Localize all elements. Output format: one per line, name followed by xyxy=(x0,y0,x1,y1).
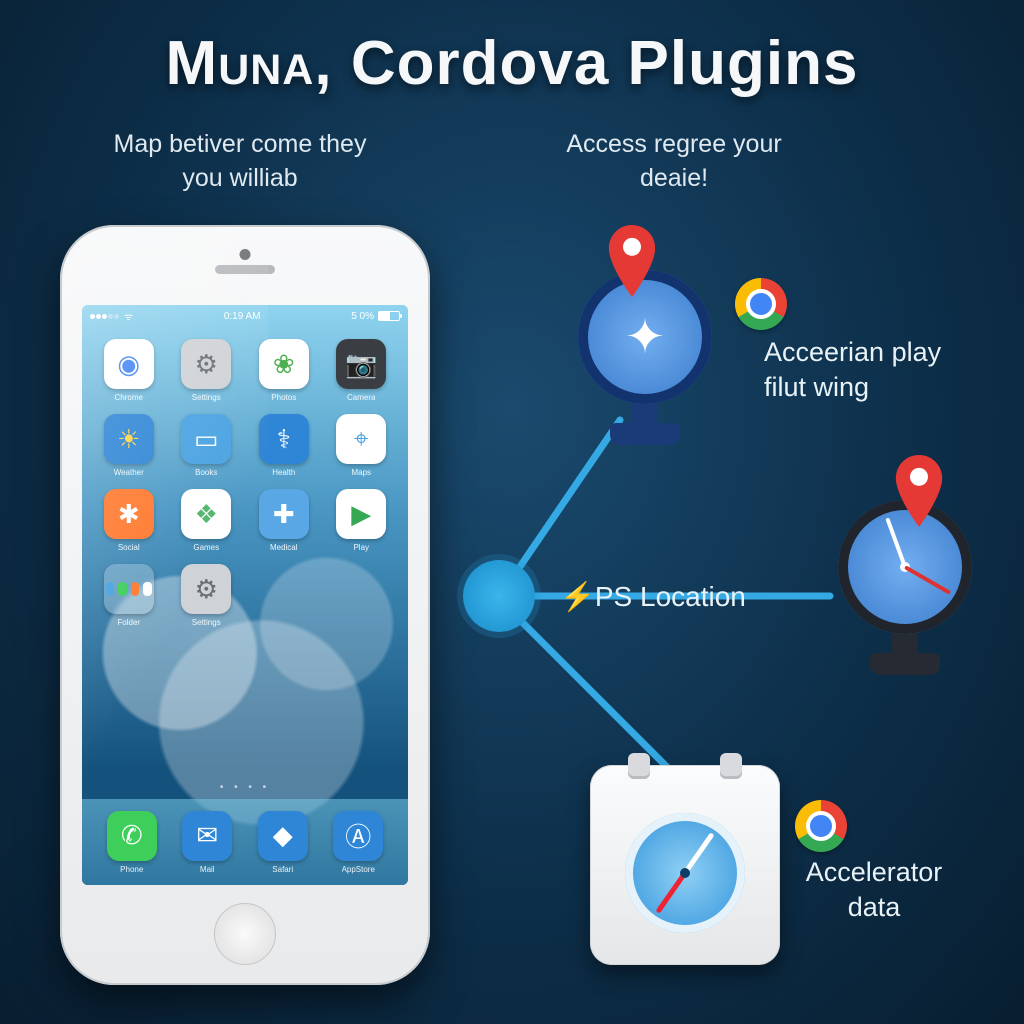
app-label: AppStore xyxy=(342,865,375,874)
app-phone[interactable]: ✆Phone xyxy=(107,811,157,874)
app-label: Camera xyxy=(347,393,375,402)
app-maps[interactable]: ⌖Maps xyxy=(327,414,397,477)
app-label: Health xyxy=(272,468,295,477)
app-label: Games xyxy=(193,543,219,552)
title-part2: Cordova Plugins xyxy=(351,29,859,98)
map-pin-icon xyxy=(892,455,946,527)
app-label: Folder xyxy=(117,618,140,627)
app-books[interactable]: ▭Books xyxy=(172,414,242,477)
app-label: Maps xyxy=(351,468,371,477)
app-games[interactable]: ❖Games xyxy=(172,489,242,552)
app-social[interactable]: ✱Social xyxy=(94,489,164,552)
phone-mockup: ᯤ 0:19 AM 5 0% ◉Chrome⚙Settings❀Photos📷C… xyxy=(60,225,430,985)
app-camera[interactable]: 📷Camera xyxy=(327,339,397,402)
phone-screen: ᯤ 0:19 AM 5 0% ◉Chrome⚙Settings❀Photos📷C… xyxy=(82,305,408,885)
chrome-icon xyxy=(735,278,787,330)
app-label: Phone xyxy=(120,865,143,874)
app-appstore[interactable]: ⒶAppStore xyxy=(333,811,383,874)
phone-earpiece xyxy=(215,265,275,274)
calendar-compass-icon xyxy=(590,765,780,965)
app-label: Weather xyxy=(114,468,144,477)
app-mail[interactable]: ✉Mail xyxy=(182,811,232,874)
feature-label-center: ⚡PS Location xyxy=(560,580,746,613)
app-play[interactable]: ▶Play xyxy=(327,489,397,552)
home-button[interactable] xyxy=(214,903,276,965)
phone-camera-dot xyxy=(240,249,251,260)
app-chrome[interactable]: ◉Chrome xyxy=(94,339,164,402)
battery-label: 5 0% xyxy=(351,311,374,322)
subtitle-right: Access regree your deaie! xyxy=(534,128,814,196)
map-pin-icon xyxy=(605,225,659,297)
status-bar: ᯤ 0:19 AM 5 0% xyxy=(82,305,408,327)
app-photos[interactable]: ❀Photos xyxy=(249,339,319,402)
subtitle-left: Map betiver come they you williab xyxy=(100,128,380,196)
app-grid: ◉Chrome⚙Settings❀Photos📷Camera☀Weather▭B… xyxy=(94,339,396,627)
app-label: Play xyxy=(353,543,369,552)
app-label: Settings xyxy=(192,618,221,627)
app-health[interactable]: ⚕Health xyxy=(249,414,319,477)
status-time: 0:19 AM xyxy=(224,311,261,322)
app-folder[interactable]: Folder xyxy=(94,564,164,627)
app-label: Chrome xyxy=(115,393,143,402)
dock: ✆Phone ✉Mail ◆Safari ⒶAppStore xyxy=(82,799,408,885)
feature-label-bottom: Accelerator data xyxy=(779,855,969,925)
app-medical[interactable]: ✚Medical xyxy=(249,489,319,552)
signal-dots xyxy=(90,311,120,322)
page-indicator: • • • • xyxy=(82,782,408,793)
app-safari[interactable]: ◆Safari xyxy=(258,811,308,874)
page-title: Muna, Cordova Plugins xyxy=(0,28,1024,99)
app-label: Mail xyxy=(200,865,215,874)
title-part1: Muna, xyxy=(166,29,333,98)
app-label: Medical xyxy=(270,543,298,552)
hub-node xyxy=(463,560,535,632)
app-label: Social xyxy=(118,543,140,552)
app-label: Settings xyxy=(192,393,221,402)
feature-label-top: Acceerian play filut wing xyxy=(764,335,964,405)
chrome-icon xyxy=(795,800,847,852)
app-label: Photos xyxy=(271,393,296,402)
app-weather[interactable]: ☀Weather xyxy=(94,414,164,477)
app-settings[interactable]: ⚙Settings xyxy=(172,339,242,402)
app-settings[interactable]: ⚙Settings xyxy=(172,564,242,627)
battery-icon xyxy=(378,311,400,321)
app-label: Safari xyxy=(272,865,293,874)
app-label: Books xyxy=(195,468,217,477)
wifi-icon: ᯤ xyxy=(124,309,133,323)
